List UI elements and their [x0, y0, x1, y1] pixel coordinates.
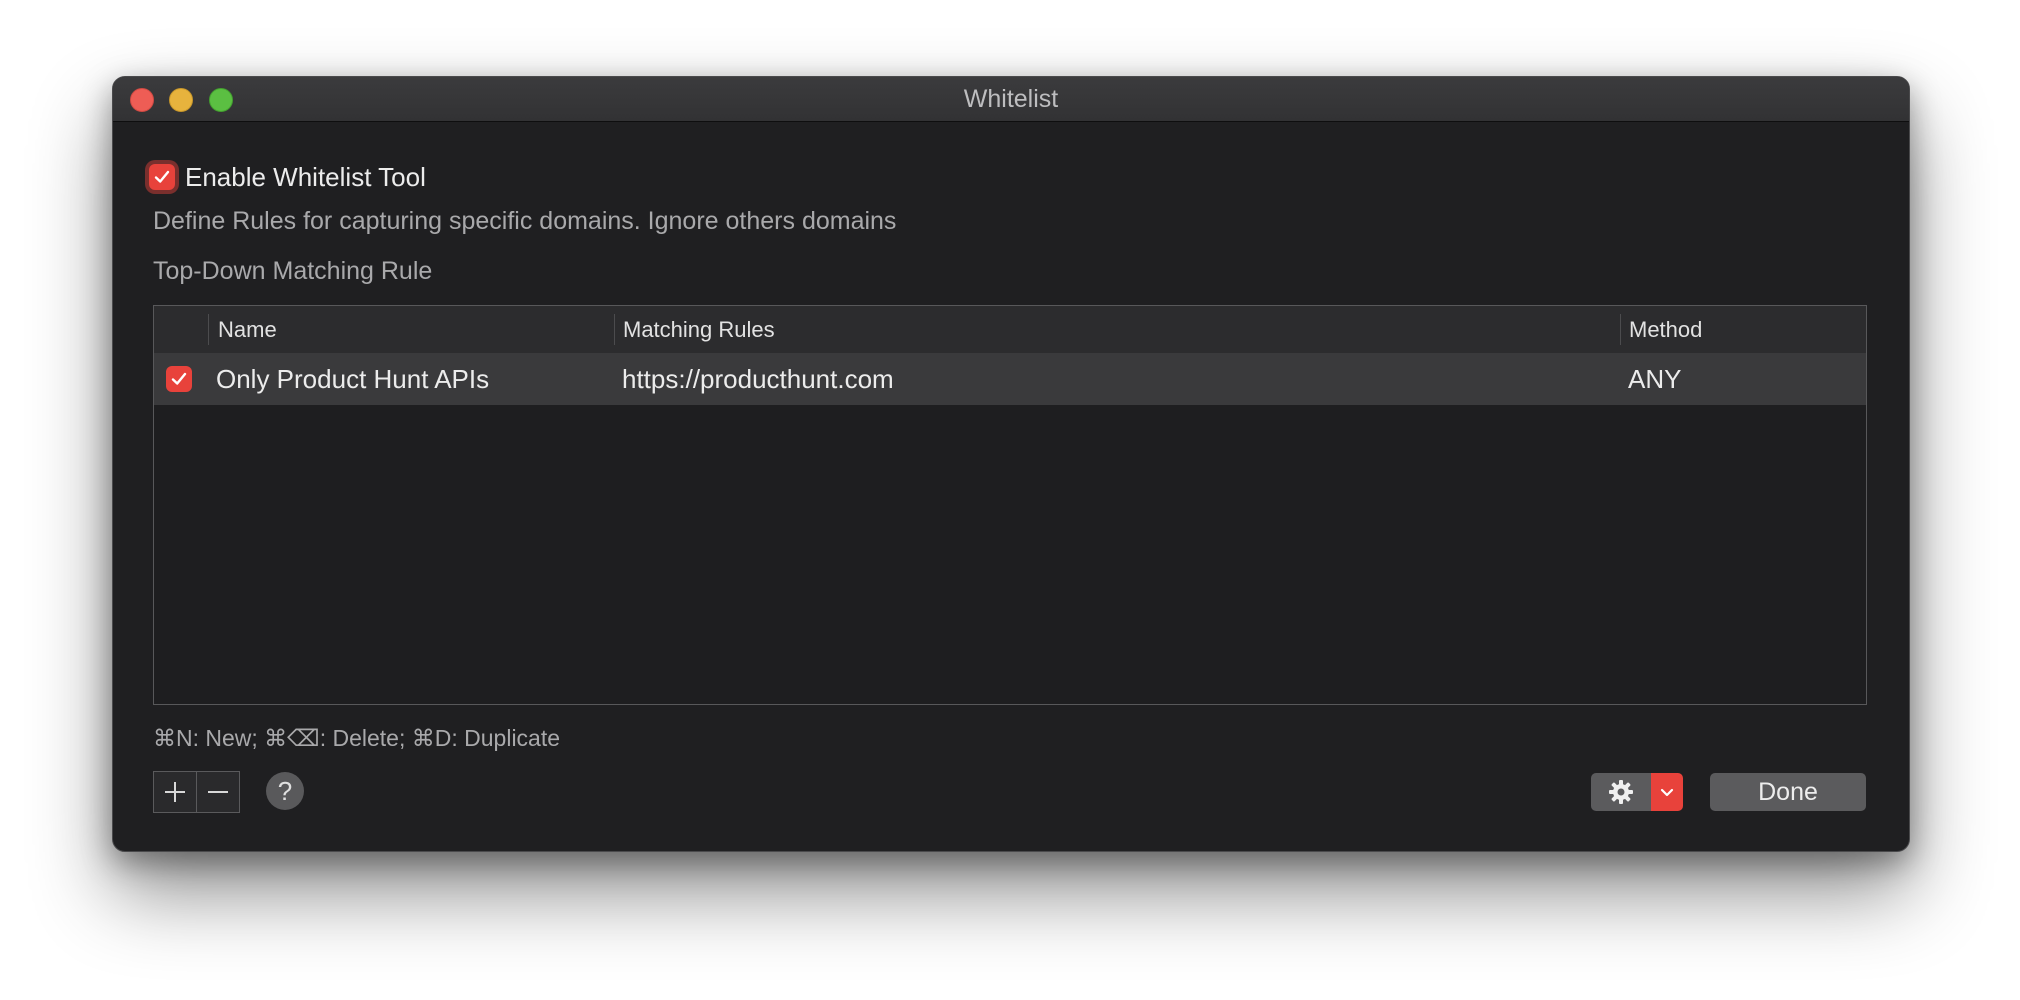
checkmark-icon [154, 170, 170, 183]
settings-dropdown-button[interactable] [1651, 773, 1683, 811]
title-bar: Whitelist [113, 77, 1909, 122]
column-separator[interactable] [1620, 314, 1621, 345]
description-text: Define Rules for capturing specific doma… [153, 207, 897, 235]
add-remove-segmented-control [153, 771, 240, 813]
gear-icon [1609, 780, 1633, 804]
done-button[interactable]: Done [1710, 773, 1866, 811]
table-row[interactable]: Only Product Hunt APIs https://producthu… [154, 353, 1866, 405]
enable-whitelist-label[interactable]: Enable Whitelist Tool [185, 162, 426, 193]
matching-rule-heading: Top-Down Matching Rule [153, 257, 433, 285]
keyboard-shortcuts-hint: ⌘N: New; ⌘⌫: Delete; ⌘D: Duplicate [153, 725, 561, 751]
rules-table: Name Matching Rules Method Only Product … [153, 305, 1867, 705]
column-header-matching-rules[interactable]: Matching Rules [623, 306, 775, 353]
rule-name-cell[interactable]: Only Product Hunt APIs [216, 353, 489, 405]
help-button[interactable]: ? [266, 772, 304, 810]
plus-icon [165, 782, 185, 802]
enable-whitelist-row[interactable]: Enable Whitelist Tool [149, 159, 426, 195]
column-separator[interactable] [208, 314, 209, 345]
checkmark-icon [171, 372, 187, 385]
settings-menu-button[interactable] [1591, 773, 1683, 811]
rule-url-cell[interactable]: https://producthunt.com [622, 353, 894, 405]
rule-method-cell[interactable]: ANY [1628, 353, 1681, 405]
settings-button[interactable] [1591, 773, 1651, 811]
enable-whitelist-checkbox[interactable] [149, 164, 175, 190]
whitelist-window: Whitelist Enable Whitelist Tool Define R… [112, 76, 1910, 852]
column-separator[interactable] [614, 314, 615, 345]
column-header-name[interactable]: Name [218, 306, 277, 353]
column-header-method[interactable]: Method [1629, 306, 1702, 353]
table-header: Name Matching Rules Method [154, 306, 1866, 354]
remove-rule-button[interactable] [196, 772, 239, 812]
add-rule-button[interactable] [154, 772, 196, 812]
minus-icon [208, 791, 228, 793]
chevron-down-icon [1660, 788, 1674, 797]
rule-enabled-checkbox[interactable] [166, 366, 192, 392]
window-title: Whitelist [963, 85, 1059, 113]
